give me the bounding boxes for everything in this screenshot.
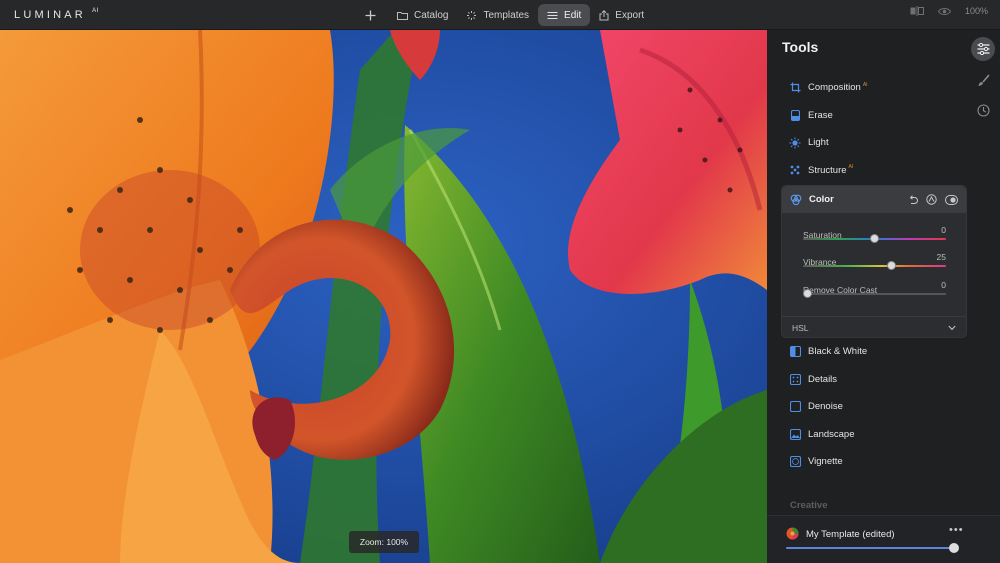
reset-icon[interactable] bbox=[908, 194, 918, 205]
tool-erase[interactable]: Erase bbox=[781, 102, 966, 130]
tab-templates[interactable]: Templates bbox=[457, 4, 538, 26]
slider-value: 0 bbox=[941, 280, 946, 290]
tool-vignette[interactable]: Vignette bbox=[781, 448, 966, 476]
top-bar: LUMINAR AI Catalog Templates Edit Export… bbox=[0, 0, 1000, 30]
export-icon bbox=[599, 9, 609, 20]
tool-label: Details bbox=[808, 373, 838, 385]
color-icon bbox=[790, 194, 802, 206]
slider-knob[interactable] bbox=[870, 234, 879, 243]
history-rail-button[interactable] bbox=[971, 98, 995, 122]
panel-title: Tools bbox=[782, 39, 819, 55]
sliders-icon bbox=[547, 11, 558, 19]
tool-label: Erase bbox=[808, 109, 833, 121]
template-amount-track bbox=[786, 547, 954, 549]
hsl-label: HSL bbox=[792, 322, 809, 333]
slider-track bbox=[803, 293, 946, 295]
brush-rail-button[interactable] bbox=[971, 68, 995, 92]
tool-light[interactable]: Light bbox=[781, 129, 966, 157]
mask-icon[interactable] bbox=[926, 194, 937, 205]
tool-denoise[interactable]: Denoise bbox=[781, 393, 966, 421]
tool-label: Composition bbox=[808, 82, 861, 94]
eye-icon[interactable] bbox=[937, 7, 951, 16]
eraser-icon bbox=[789, 109, 801, 121]
template-thumbnail-icon bbox=[786, 527, 799, 540]
saturation-slider[interactable]: Saturation 0 bbox=[803, 225, 946, 243]
main-nav: Catalog Templates Edit Export bbox=[360, 4, 653, 26]
tab-export[interactable]: Export bbox=[590, 4, 653, 26]
tool-label: Vignette bbox=[808, 456, 843, 468]
ai-badge: AI bbox=[848, 164, 854, 171]
app-logo: LUMINAR AI bbox=[14, 8, 99, 21]
crop-icon bbox=[789, 82, 801, 94]
vignette-icon bbox=[789, 456, 801, 468]
plus-icon bbox=[365, 10, 375, 20]
tools-list: Composition AI Erase Light Structure AI bbox=[781, 74, 966, 184]
compare-icon[interactable] bbox=[910, 6, 924, 16]
tool-composition[interactable]: Composition AI bbox=[781, 74, 966, 102]
details-icon bbox=[789, 373, 801, 385]
tool-black-white[interactable]: Black & White bbox=[781, 338, 966, 366]
side-rail bbox=[966, 30, 1000, 563]
chevron-down-icon bbox=[948, 325, 956, 331]
adjustments-icon bbox=[977, 43, 989, 55]
color-tool-header[interactable]: Color bbox=[782, 186, 966, 213]
slider-track bbox=[803, 265, 946, 267]
slider-knob[interactable] bbox=[886, 261, 896, 270]
sparkle-icon bbox=[467, 10, 477, 20]
photo-image bbox=[0, 30, 767, 563]
photo-canvas[interactable]: Zoom: 100% bbox=[0, 30, 767, 563]
slider-knob[interactable] bbox=[803, 289, 812, 298]
slider-value: 0 bbox=[941, 225, 946, 235]
sun-icon bbox=[789, 137, 801, 149]
color-tool-card: Color Saturation 0 Vibrance 25 Remove Co… bbox=[781, 185, 967, 338]
tab-edit-label: Edit bbox=[564, 9, 582, 21]
tool-landscape[interactable]: Landscape bbox=[781, 421, 966, 449]
hsl-section[interactable]: HSL bbox=[782, 316, 966, 338]
landscape-icon bbox=[789, 428, 801, 440]
bw-icon bbox=[789, 346, 801, 358]
zoom-indicator: Zoom: 100% bbox=[349, 531, 419, 553]
ai-badge: AI bbox=[862, 81, 868, 88]
tool-details[interactable]: Details bbox=[781, 366, 966, 394]
tool-label: Light bbox=[808, 137, 829, 149]
tab-catalog[interactable]: Catalog bbox=[388, 4, 457, 26]
tool-structure[interactable]: Structure AI bbox=[781, 157, 966, 185]
view-controls: 100% bbox=[910, 6, 988, 16]
toggle-visibility-icon[interactable] bbox=[945, 194, 958, 205]
clock-icon bbox=[976, 103, 990, 117]
tool-label: Black & White bbox=[808, 346, 868, 358]
color-tool-label: Color bbox=[809, 194, 834, 205]
structure-icon bbox=[789, 164, 801, 176]
zoom-select[interactable]: 100% bbox=[965, 6, 988, 16]
template-amount-knob[interactable] bbox=[949, 543, 959, 553]
tool-label: Denoise bbox=[808, 401, 843, 413]
folder-icon bbox=[397, 11, 408, 20]
tool-label: Landscape bbox=[808, 428, 855, 440]
tools-panel: Tools Composition AI Erase Light Structur… bbox=[767, 30, 1000, 563]
tab-edit[interactable]: Edit bbox=[538, 4, 591, 26]
denoise-icon bbox=[789, 401, 801, 413]
tab-export-label: Export bbox=[615, 9, 645, 21]
tools-rail-button[interactable] bbox=[971, 37, 995, 61]
tab-catalog-label: Catalog bbox=[414, 9, 449, 21]
more-icon[interactable]: ••• bbox=[949, 524, 964, 536]
template-name[interactable]: My Template (edited) bbox=[806, 529, 895, 540]
template-bar: My Template (edited) ••• bbox=[767, 515, 1000, 563]
tools-list-lower: Black & White Details Denoise Landscape … bbox=[781, 338, 966, 476]
vibrance-slider[interactable]: Vibrance 25 bbox=[803, 252, 946, 270]
tool-label: Structure bbox=[808, 164, 847, 176]
slider-value: 25 bbox=[936, 252, 946, 262]
tab-templates-label: Templates bbox=[483, 9, 530, 21]
remove-color-cast-slider[interactable]: Remove Color Cast 0 bbox=[803, 280, 946, 298]
add-button[interactable] bbox=[360, 4, 380, 26]
section-creative[interactable]: Creative bbox=[790, 500, 828, 511]
brush-icon bbox=[978, 73, 990, 86]
